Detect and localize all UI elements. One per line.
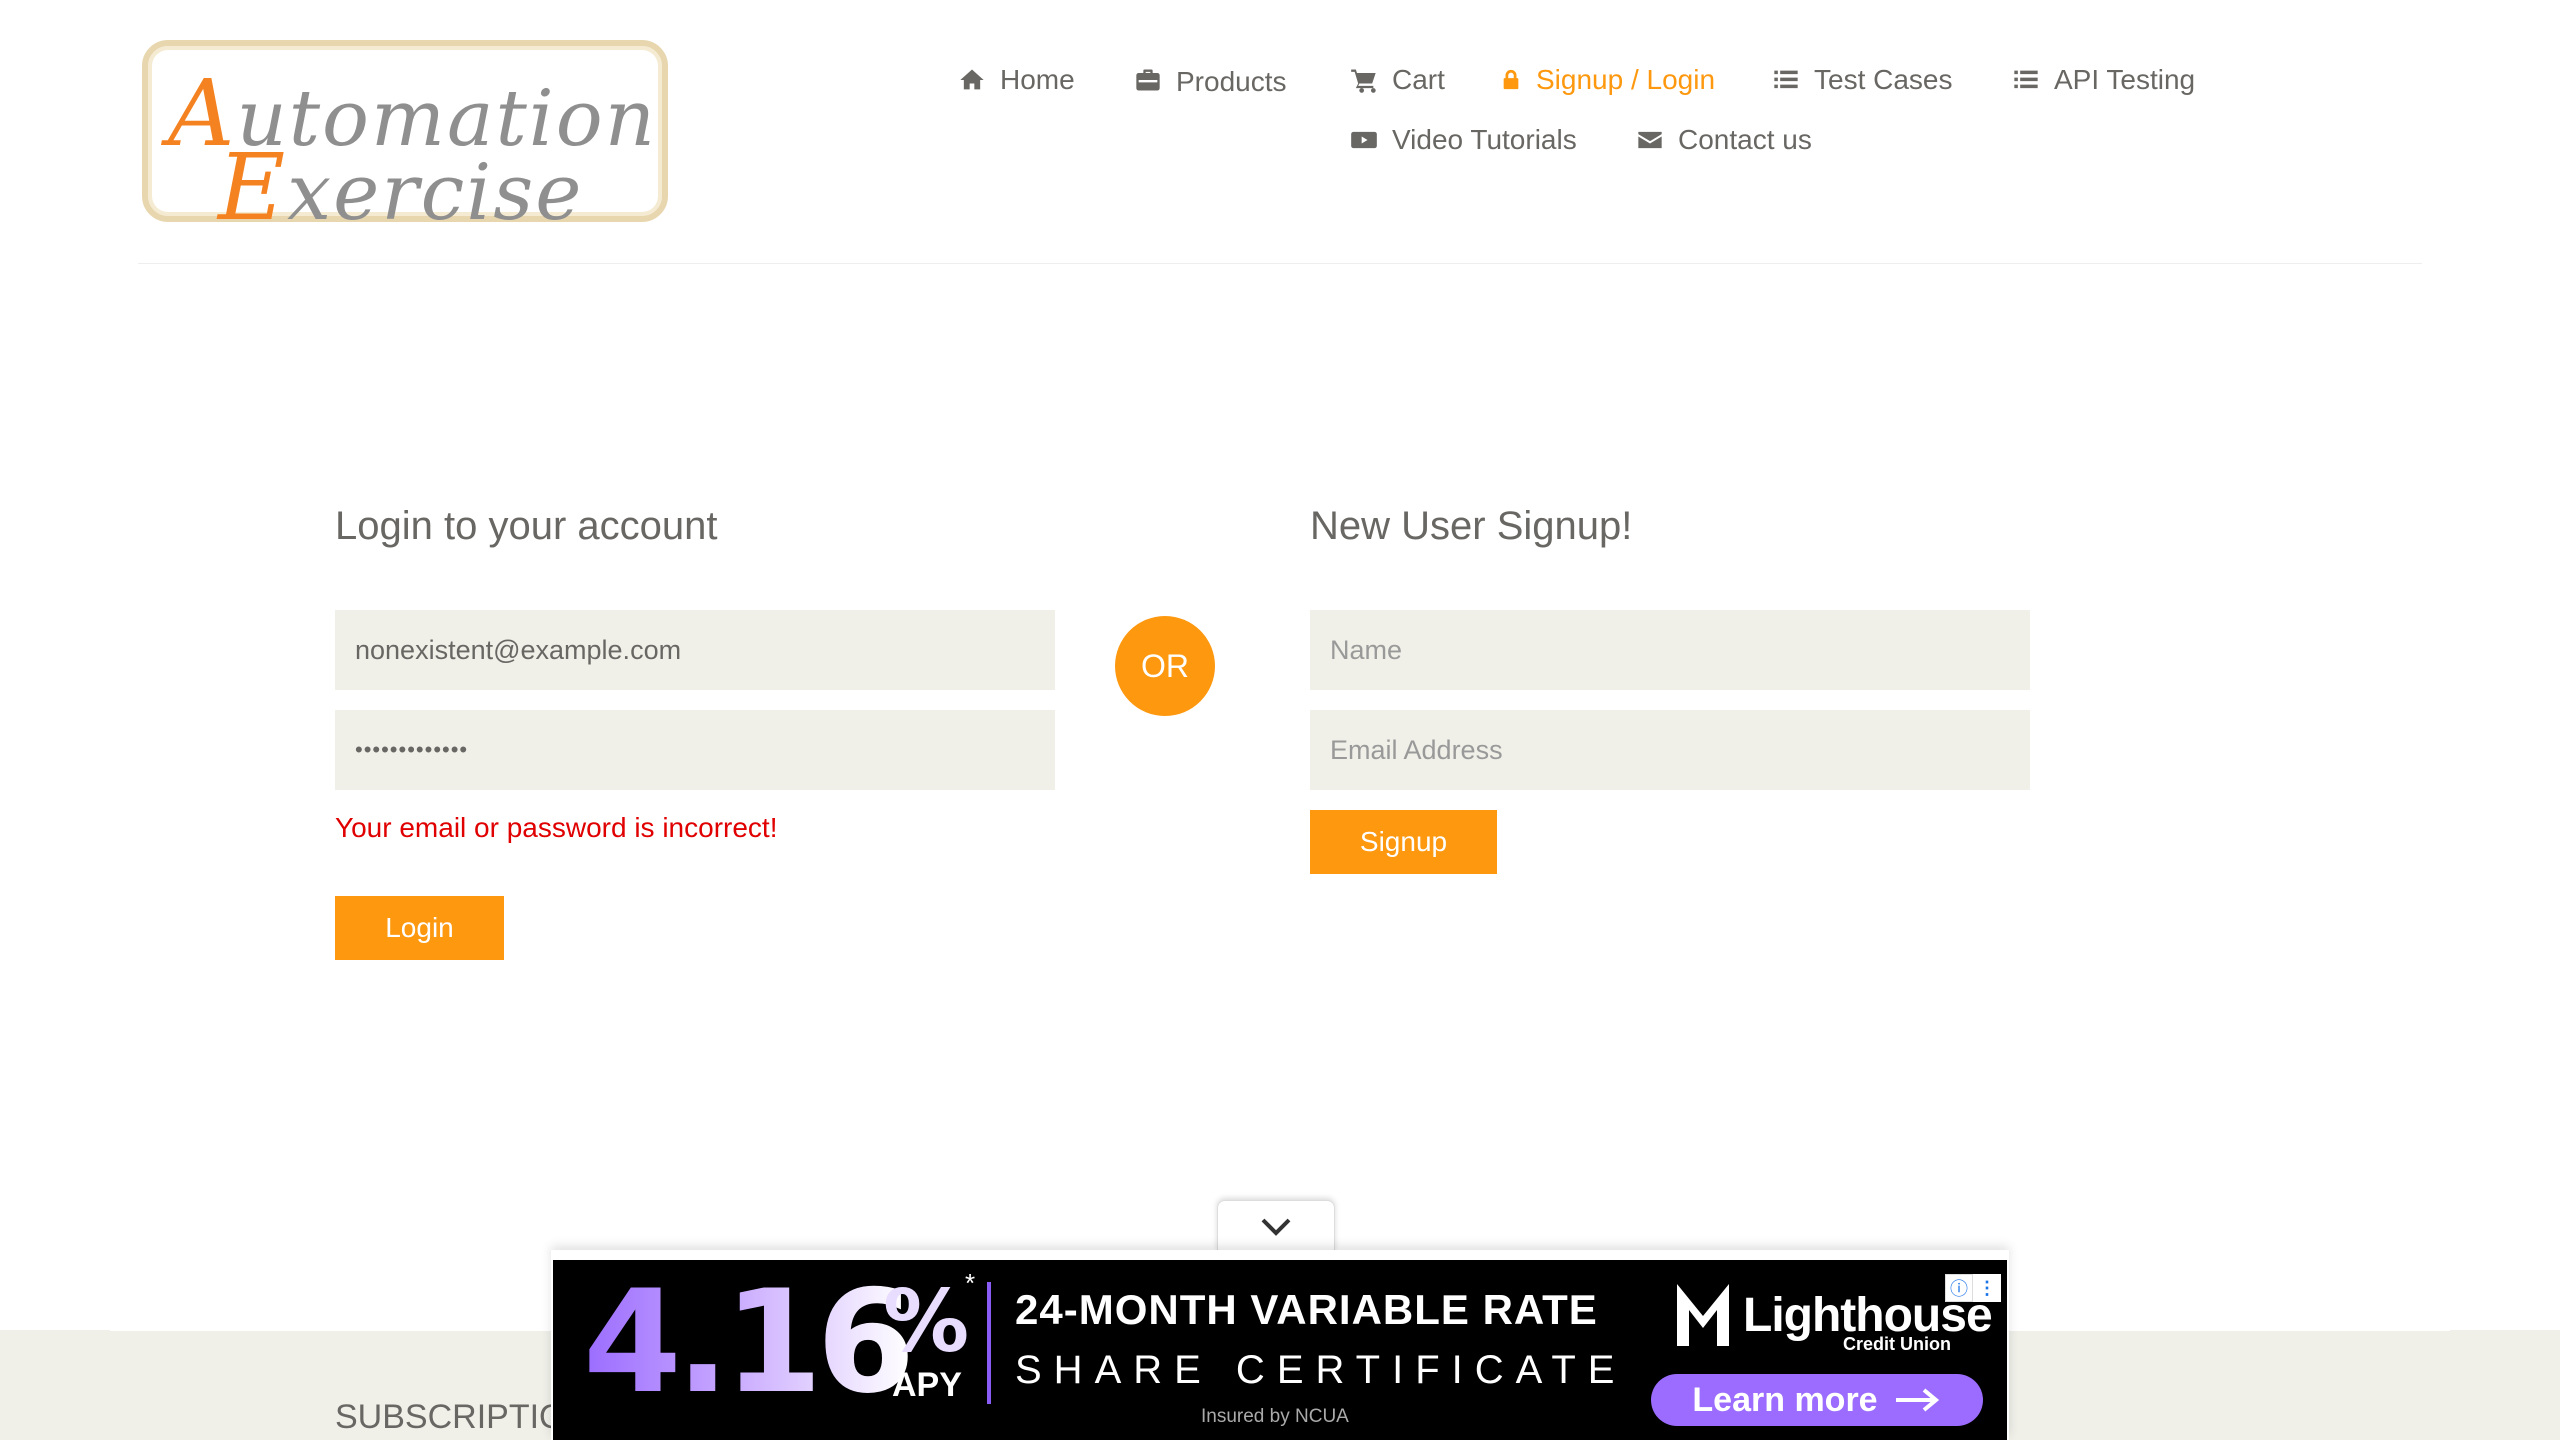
- ad-divider: [987, 1282, 991, 1404]
- login-button[interactable]: Login: [335, 896, 504, 960]
- login-error-message: Your email or password is incorrect!: [335, 812, 778, 843]
- ad-info-icon[interactable]: ⓘ: [1945, 1274, 1973, 1302]
- list-icon: [2014, 70, 2038, 89]
- home-icon: [960, 69, 984, 90]
- login-password-input[interactable]: [335, 710, 1055, 790]
- ad-subheadline: SHARE CERTIFICATE: [1015, 1348, 1627, 1392]
- nav-cart[interactable]: Cart: [1350, 54, 1445, 106]
- cart-icon: [1351, 69, 1376, 93]
- vertical-dots-icon[interactable]: ⋮: [1973, 1274, 2001, 1302]
- signup-email-input[interactable]: [1310, 710, 2030, 790]
- ad-percent: %: [883, 1272, 970, 1372]
- lighthouse-logo-icon: [1677, 1284, 1729, 1346]
- ad-collapse-button[interactable]: [1217, 1200, 1335, 1252]
- ad-learn-more-button[interactable]: Learn more: [1651, 1374, 1983, 1426]
- nav-products[interactable]: Products: [1134, 54, 1287, 106]
- login-email-input[interactable]: [335, 610, 1055, 690]
- ad-apy: APY: [892, 1366, 962, 1404]
- ad-rate: 4.16: [583, 1260, 915, 1425]
- list-icon: [1774, 70, 1798, 89]
- page: Automation Exercise Home Products Cart S…: [0, 0, 2560, 1440]
- logo-line-2: Exercise: [218, 134, 584, 241]
- nav-test-cases[interactable]: Test Cases: [1772, 54, 1953, 106]
- chevron-down-icon: [1261, 1218, 1291, 1236]
- ad-banner[interactable]: 4.16 % * APY 24-MONTH VARIABLE RATE SHAR…: [551, 1250, 2009, 1440]
- nav-signup-login[interactable]: Signup / Login: [1500, 54, 1715, 106]
- ad-content[interactable]: 4.16 % * APY 24-MONTH VARIABLE RATE SHAR…: [553, 1260, 2007, 1440]
- header-divider: [138, 263, 2422, 264]
- ad-asterisk: *: [965, 1268, 976, 1298]
- briefcase-icon: [1136, 69, 1160, 91]
- nav-home[interactable]: Home: [958, 54, 1075, 106]
- subscription-heading: SUBSCRIPTIO: [335, 1398, 566, 1436]
- youtube-play-icon: [1351, 131, 1377, 149]
- signup-name-input[interactable]: [1310, 610, 2030, 690]
- nav-video-tutorials[interactable]: Video Tutorials: [1350, 114, 1577, 166]
- nav-contact-us[interactable]: Contact us: [1636, 114, 1812, 166]
- or-separator: OR: [1115, 616, 1215, 716]
- ad-brand-sub: Credit Union: [1843, 1334, 1951, 1354]
- envelope-icon: [1638, 131, 1662, 149]
- nav-api-testing[interactable]: API Testing: [2012, 54, 2195, 106]
- signup-button[interactable]: Signup: [1310, 810, 1497, 874]
- ad-disclaimer: Insured by NCUA: [1201, 1406, 1349, 1427]
- signup-title: New User Signup!: [1310, 504, 1633, 548]
- login-title: Login to your account: [335, 504, 718, 548]
- site-logo[interactable]: Automation Exercise: [142, 40, 668, 241]
- arrow-right-icon: [1895, 1388, 1939, 1412]
- ad-headline: 24-MONTH VARIABLE RATE: [1015, 1286, 1598, 1333]
- lock-icon: [1503, 69, 1519, 90]
